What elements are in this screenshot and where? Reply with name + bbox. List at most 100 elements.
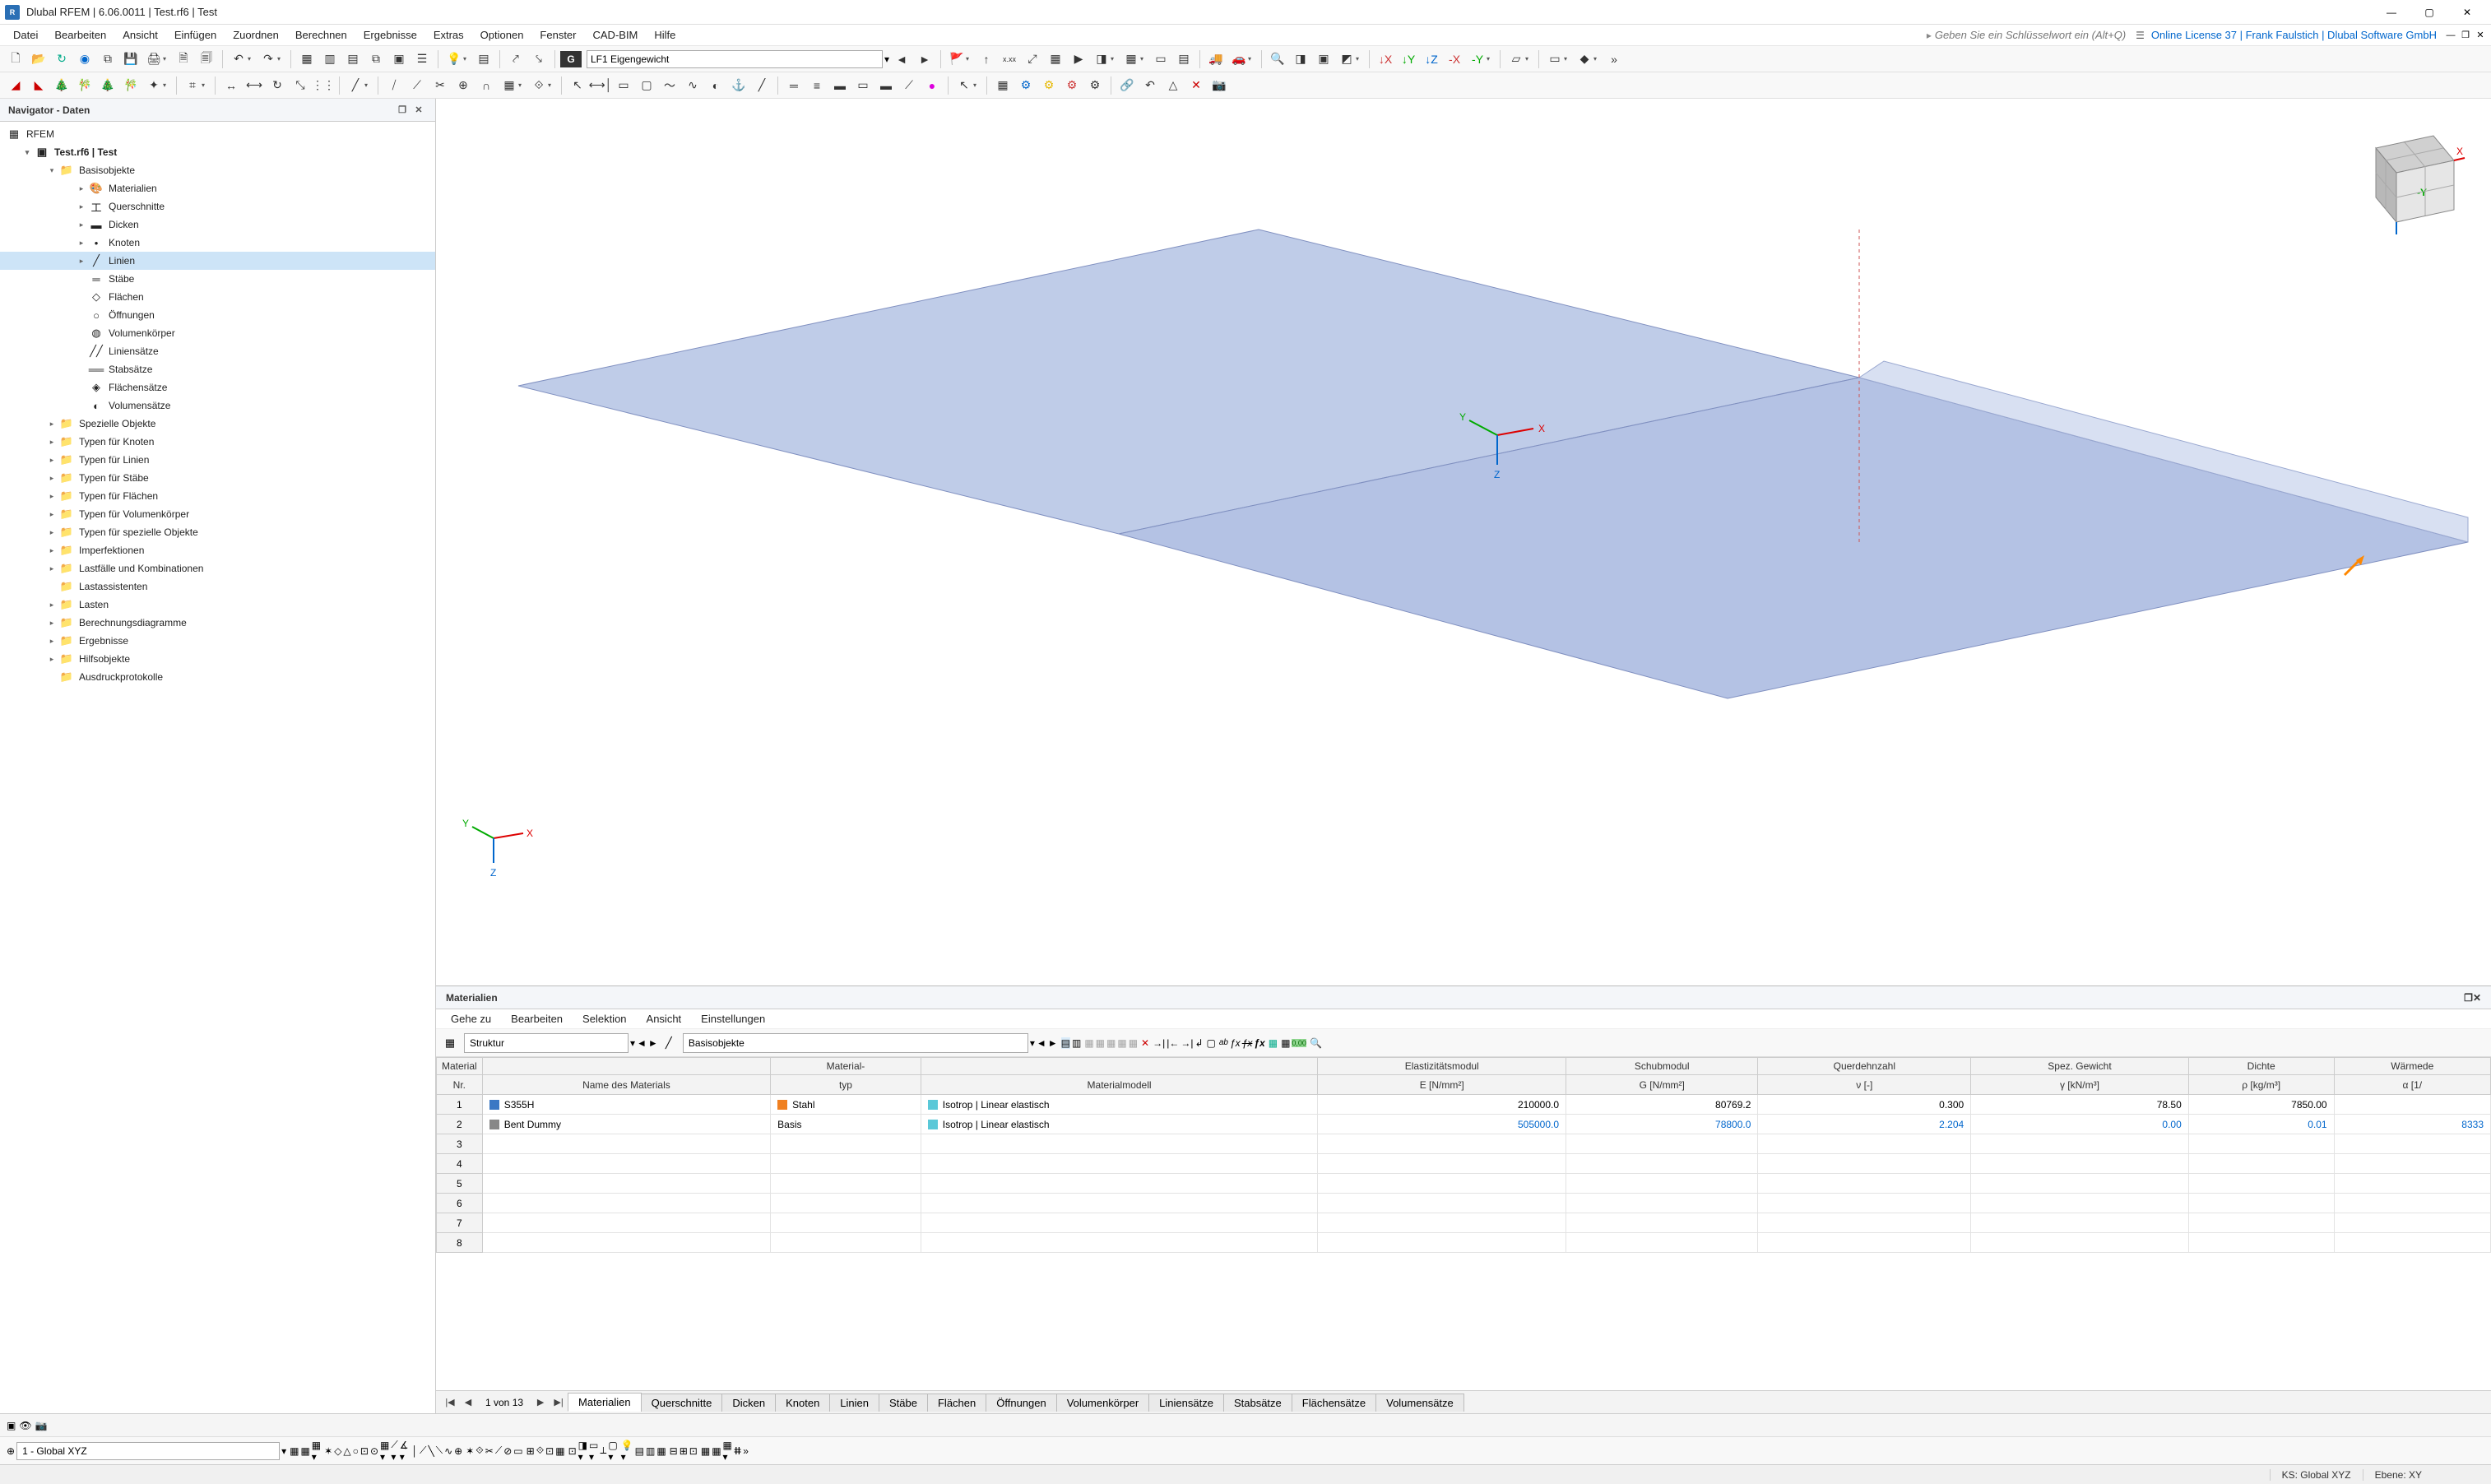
coord-system-combo[interactable]: 1 - Global XYZ <box>16 1442 280 1460</box>
ortho-2-icon[interactable]: ⟋ <box>420 1445 426 1457</box>
tab-stabsätze[interactable]: Stabsätze <box>1223 1394 1292 1412</box>
cell-nr[interactable]: 1 <box>437 1095 483 1115</box>
menu-berechnen[interactable]: Berechnen <box>287 26 355 44</box>
expand-icon[interactable]: ▸ <box>46 508 58 520</box>
tree-folder-typen-für-linien[interactable]: ▸📁Typen für Linien <box>0 451 435 469</box>
ortho-4-icon[interactable]: ⟍ <box>436 1445 443 1457</box>
dropdown-icon[interactable]: ▾ <box>1487 55 1495 63</box>
join-icon[interactable]: ⊕ <box>452 75 474 96</box>
tree-item-knoten[interactable]: ▸•Knoten <box>0 234 435 252</box>
menu-einfügen[interactable]: Einfügen <box>166 26 225 44</box>
open-file-icon[interactable]: 📂 <box>28 49 49 70</box>
col-rho-top[interactable]: Dichte <box>2188 1058 2334 1075</box>
tree-folder-typen-für-knoten[interactable]: ▸📁Typen für Knoten <box>0 433 435 451</box>
tab-öffnungen[interactable]: Öffnungen <box>986 1394 1056 1412</box>
light-icon[interactable]: 💡 <box>443 49 465 70</box>
mirror-icon[interactable]: ⟷ <box>244 75 265 96</box>
car-icon[interactable]: 🚗 <box>1228 49 1250 70</box>
minimize-button[interactable]: — <box>2373 0 2410 25</box>
col-name-spacer[interactable] <box>482 1058 770 1075</box>
fx-icon[interactable]: ƒx <box>1230 1037 1241 1049</box>
expand-icon[interactable]: ▸ <box>46 436 58 448</box>
col-typ[interactable]: typ <box>771 1075 921 1095</box>
bp-menu-einstellungen[interactable]: Einstellungen <box>693 1011 773 1027</box>
tree-item-stäbe[interactable]: ═Stäbe <box>0 270 435 288</box>
table-row[interactable]: 4 <box>437 1154 2491 1174</box>
col-g[interactable]: G [N/mm²] <box>1566 1075 1758 1095</box>
contour-icon[interactable]: ▦ <box>1120 49 1142 70</box>
snap-7-icon[interactable]: ▦ <box>380 1440 389 1451</box>
table-row[interactable]: 7 <box>437 1213 2491 1233</box>
zoom-extents-icon[interactable]: 🔍 <box>1267 49 1288 70</box>
3d-viewport[interactable]: X Y Z X Y Z <box>436 99 2491 985</box>
tree-item-materialien[interactable]: ▸🎨Materialien <box>0 179 435 197</box>
menu-optionen[interactable]: Optionen <box>472 26 532 44</box>
expand-icon[interactable] <box>76 364 87 375</box>
box-icon[interactable]: ▢ <box>636 75 657 96</box>
cell-g[interactable]: 78800.0 <box>1566 1115 1758 1134</box>
cell-typ[interactable]: Stahl <box>771 1095 921 1115</box>
triangle-icon[interactable]: △ <box>1162 75 1184 96</box>
cell-e[interactable]: 505000.0 <box>1318 1115 1566 1134</box>
sb-c-icon[interactable]: ✂ <box>485 1445 494 1457</box>
grid-result-icon[interactable]: ▦ <box>1045 49 1066 70</box>
dropdown-icon[interactable]: ▾ <box>621 1451 626 1463</box>
intersection-icon[interactable]: ∩ <box>475 75 497 96</box>
axis-x-icon[interactable]: ↓X <box>1375 49 1396 70</box>
page-icon[interactable]: ▢ <box>1207 1037 1216 1049</box>
support-b-icon[interactable]: ◣ <box>28 75 49 96</box>
grid-b-icon[interactable]: ▦ <box>712 1445 721 1457</box>
menu-extras[interactable]: Extras <box>425 26 472 44</box>
view-cube[interactable]: -Y X <box>2343 115 2466 239</box>
rotate-icon[interactable]: ↻ <box>267 75 288 96</box>
menu-fenster[interactable]: Fenster <box>531 26 584 44</box>
colorize-icon[interactable]: ▦ <box>1281 1037 1290 1049</box>
overflow-icon[interactable]: » <box>1603 49 1625 70</box>
cursor-mode-icon[interactable]: ↖ <box>953 75 975 96</box>
st-3-icon[interactable]: ▦ <box>312 1440 321 1451</box>
save-icon[interactable]: 💾 <box>120 49 141 70</box>
tree-folder-hilfsobjekte[interactable]: ▸📁Hilfsobjekte <box>0 650 435 668</box>
visible-b-icon[interactable]: ▥ <box>646 1445 655 1457</box>
style-b-icon[interactable]: ◆ <box>1574 49 1595 70</box>
dropdown-icon[interactable]: ▾ <box>608 1451 613 1463</box>
panel-icon[interactable]: ▤ <box>342 49 364 70</box>
model-icon[interactable]: ◉ <box>74 49 95 70</box>
tab-flächen[interactable]: Flächen <box>927 1394 986 1412</box>
redo-icon[interactable]: ↷ <box>257 49 279 70</box>
cell-name[interactable]: S355H <box>482 1095 770 1115</box>
apply-icon[interactable]: ↲ <box>1194 1037 1203 1049</box>
camera-icon[interactable]: 📷 <box>35 1420 48 1431</box>
report-multi-icon[interactable]: 🗐 <box>196 49 217 70</box>
clip-b-icon[interactable]: ⊞ <box>680 1445 688 1457</box>
col-gamma-top[interactable]: Spez. Gewicht <box>1971 1058 2189 1075</box>
beam-b-icon[interactable]: ≡ <box>806 75 828 96</box>
dropdown-icon[interactable]: ▾ <box>589 1451 594 1463</box>
expand-icon[interactable] <box>76 309 87 321</box>
select-icon[interactable]: ↖ <box>567 75 588 96</box>
line-seg-icon[interactable]: ╱ <box>751 75 772 96</box>
mdi-minimize-icon[interactable]: — <box>2445 30 2456 41</box>
box-view-icon[interactable]: ▣ <box>1313 49 1334 70</box>
cell-rho[interactable]: 7850.00 <box>2188 1095 2334 1115</box>
prev-page-icon[interactable]: ◀ <box>459 1394 477 1412</box>
cell-g[interactable]: 80769.2 <box>1566 1095 1758 1115</box>
menu-ergebnisse[interactable]: Ergebnisse <box>355 26 425 44</box>
tree-4-icon[interactable]: 🎋 <box>120 75 141 96</box>
ortho-3-icon[interactable]: ╲ <box>428 1445 434 1457</box>
clip-a-icon[interactable]: ⊟ <box>670 1445 678 1457</box>
cell-nu[interactable]: 0.300 <box>1758 1095 1971 1115</box>
style-a-icon[interactable]: ▭ <box>1544 49 1566 70</box>
tool-a-icon[interactable]: ╱ <box>345 75 366 96</box>
scale-icon[interactable]: ⤡ <box>290 75 311 96</box>
import-left-icon[interactable]: |← <box>1167 1037 1179 1049</box>
dropdown-icon[interactable]: ▾ <box>1525 55 1533 63</box>
arrow-up-icon[interactable]: ↑ <box>976 49 997 70</box>
col-g-top[interactable]: Schubmodul <box>1566 1058 1758 1075</box>
dropdown-icon[interactable]: ▾ <box>966 55 974 63</box>
prev-icon[interactable]: ◄ <box>891 49 912 70</box>
copy-icon[interactable]: ⧉ <box>97 49 118 70</box>
grid-d-icon[interactable]: ⵌ <box>734 1445 741 1457</box>
beam-d-icon[interactable]: ▭ <box>852 75 874 96</box>
snap-4-icon[interactable]: ○ <box>353 1445 359 1457</box>
